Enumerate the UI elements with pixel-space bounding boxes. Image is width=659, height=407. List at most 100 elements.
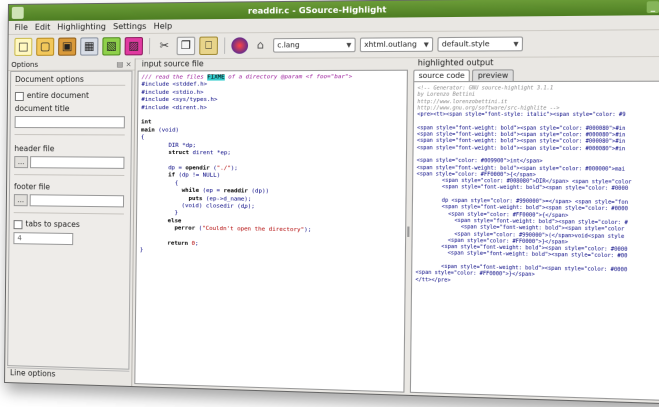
highlighted-output-view[interactable]: <!-- Generator: GNU source-highlight 3.1… <box>409 80 659 402</box>
code-token: #include <stddef.h> <box>141 82 208 89</box>
code-token: "Couldn't open the directory" <box>202 225 305 234</box>
footer-file-field[interactable] <box>29 194 125 208</box>
output-language-select[interactable]: xhtml.outlang ▼ <box>359 37 434 53</box>
code-line: #include <dirent.h> <box>141 105 403 113</box>
document-title-label: document title <box>14 103 70 114</box>
code-token: { <box>140 179 179 187</box>
code-token: (dp)) <box>247 188 270 195</box>
code-token: (dp != NULL) <box>174 172 221 180</box>
code-token: return <box>167 240 189 247</box>
print-icon[interactable]: ▨ <box>124 37 144 56</box>
entire-document-row[interactable]: entire document <box>14 90 89 101</box>
tabs-spaces-value: 4 <box>17 234 22 243</box>
header-file-field[interactable] <box>30 156 125 169</box>
code-token: #include <sys/types.h> <box>141 97 218 104</box>
panel-controls-icon[interactable]: ▤ × <box>117 60 132 68</box>
style-select[interactable]: default.style ▼ <box>437 36 524 52</box>
options-header: Options ▤ × <box>8 58 135 71</box>
header-file-label: header file <box>14 144 55 154</box>
code-token: of a directory @param <f foo="bar"> <box>224 74 353 81</box>
tabs-spaces-stepper[interactable]: 4 <box>13 232 74 246</box>
open-icon[interactable]: ▢ <box>36 37 55 56</box>
code-token: (void) closedir (dp); <box>140 202 255 210</box>
style-select-value: default.style <box>441 39 490 49</box>
save-icon[interactable]: ▦ <box>80 37 99 56</box>
find-icon[interactable]: ⌂ <box>252 37 269 54</box>
code-token: opendir <box>185 165 210 172</box>
code-token: ); <box>230 165 238 172</box>
save-as-icon[interactable]: ▧ <box>102 37 121 56</box>
tabs-to-spaces-row[interactable]: tabs to spaces <box>13 219 80 230</box>
menu-highlighting[interactable]: Highlighting <box>57 22 106 31</box>
header-file-browse-button[interactable]: ... <box>14 156 29 169</box>
code-token: /// read the files <box>141 74 208 81</box>
minimize-button[interactable]: _ <box>646 0 659 13</box>
code-token: perror <box>174 225 196 232</box>
code-token: while <box>181 187 200 195</box>
chevron-down-icon: ▼ <box>346 41 352 49</box>
menu-edit[interactable]: Edit <box>35 23 51 32</box>
document-title-field[interactable] <box>14 116 125 129</box>
menu-settings[interactable]: Settings <box>113 22 146 31</box>
input-source-file-title: input source file <box>141 59 204 69</box>
app-icon <box>11 6 24 19</box>
main-area: Options ▤ × Document options entire docu… <box>5 56 659 404</box>
highlighted-output-title: highlighted output <box>417 57 494 68</box>
window-title: readdir.c - GSource-Highlight <box>247 4 387 16</box>
divider <box>14 174 125 177</box>
cut-icon[interactable]: ✂ <box>156 38 173 54</box>
toolbar-separator <box>148 38 151 55</box>
code-token: main <box>141 127 155 134</box>
options-panel: Options ▤ × Document options entire docu… <box>5 58 136 387</box>
entire-document-label: entire document <box>26 90 89 100</box>
tabs-to-spaces-label: tabs to spaces <box>25 219 80 230</box>
code-token: "./" <box>216 165 231 172</box>
code-token: { <box>140 134 145 141</box>
chevron-down-icon: ▼ <box>513 40 519 48</box>
footer-file-label: footer file <box>13 182 51 192</box>
input-pane: input source file /// read the files FIX… <box>134 57 408 395</box>
code-token: readdir <box>223 188 248 195</box>
code-token: (void) <box>154 127 179 134</box>
document-options-box: Document options entire document documen… <box>7 70 133 370</box>
copy-icon[interactable]: ❐ <box>176 36 196 56</box>
tabs-to-spaces-checkbox[interactable] <box>13 219 23 229</box>
chevron-down-icon: ▼ <box>423 40 429 49</box>
pane-resize-handle[interactable] <box>407 225 410 237</box>
options-title: Options <box>11 60 39 69</box>
code-token: FIXME <box>207 74 225 81</box>
application-window: readdir.c - GSource-Highlight _ □ × File… <box>4 0 659 406</box>
entire-document-checkbox[interactable] <box>14 91 24 101</box>
footer-file-browse-button[interactable]: ... <box>13 194 28 207</box>
menu-file[interactable]: File <box>15 23 28 32</box>
code-token: #include <stdio.h> <box>141 89 204 96</box>
open-folder-icon[interactable]: ▣ <box>58 37 77 56</box>
code-token: } <box>140 209 179 217</box>
divider <box>15 84 126 86</box>
code-token: } <box>139 247 144 254</box>
tab-preview[interactable]: preview <box>472 69 514 82</box>
menu-help[interactable]: Help <box>153 22 172 31</box>
language-select-value: c.lang <box>277 41 300 50</box>
language-select[interactable]: c.lang ▼ <box>273 37 356 53</box>
code-token: else <box>167 217 182 225</box>
code-token: ); <box>304 227 312 234</box>
code-token: puts <box>188 195 203 202</box>
new-icon[interactable]: □ <box>14 37 33 56</box>
tab-source-code[interactable]: source code <box>413 69 471 82</box>
output-language-select-value: xhtml.outlang <box>364 40 417 50</box>
code-token: struct <box>168 149 190 157</box>
source-code-editor[interactable]: /// read the files FIXME of a directory … <box>134 69 408 393</box>
code-token: #include <dirent.h> <box>141 104 207 111</box>
code-token: (ep->d_name); <box>202 195 252 203</box>
paste-icon[interactable]: ⎕ <box>199 36 219 56</box>
refresh-icon[interactable] <box>231 37 249 54</box>
line-options-label[interactable]: Line options <box>7 367 130 384</box>
divider <box>13 212 124 215</box>
toolbar-separator <box>224 37 226 54</box>
